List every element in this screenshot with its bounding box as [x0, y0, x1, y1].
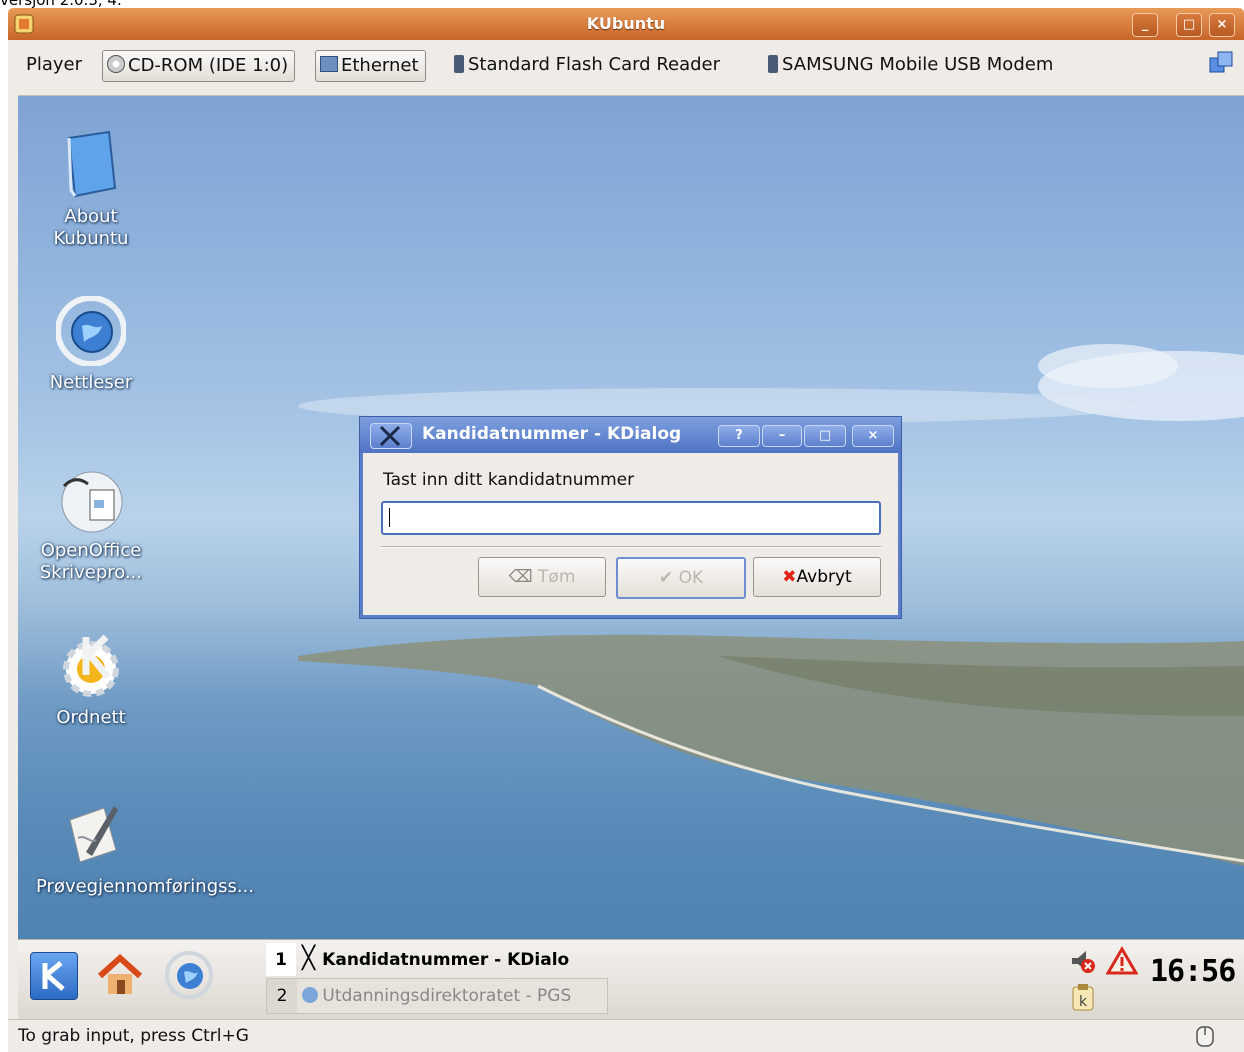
usb-icon — [768, 55, 778, 73]
systray-klipper-icon[interactable]: k — [1070, 982, 1096, 1016]
desktop-icon-openoffice[interactable]: OpenOffice Skrivepro... — [31, 464, 151, 584]
device-toolbar: Player CD-ROM (IDE 1:0) Ethernet Standar… — [8, 40, 1244, 96]
taskbar-task-kdialog[interactable]: 1 ╳ Kandidatnummer - KDialo — [266, 942, 606, 976]
kdialog-help-button[interactable]: ? — [718, 425, 760, 447]
kdialog-window: Kandidatnummer - KDialog ? – □ × Tast in… — [359, 416, 902, 619]
device-cdrom[interactable]: CD-ROM (IDE 1:0) — [102, 50, 296, 82]
systray-warning-icon[interactable] — [1105, 946, 1139, 980]
network-icon — [320, 56, 338, 72]
window-titlebar[interactable]: KUbuntu _ □ × — [8, 8, 1244, 40]
kdialog-minimize-button[interactable]: – — [762, 425, 802, 447]
home-folder-button[interactable] — [96, 952, 144, 1002]
kde-logo-icon — [42, 961, 65, 991]
svg-text:k: k — [1079, 994, 1088, 1010]
kde-gear-icon — [63, 634, 119, 697]
taskbar-task-utdanningsdirektoratet[interactable]: 2 Utdanningsdirektoratet - PGS — [266, 978, 608, 1014]
desktop-icon-provegjennomforing[interactable]: Prøvegjennomføringss... — [31, 800, 255, 898]
close-button[interactable]: × — [1209, 13, 1235, 37]
home-icon — [97, 953, 143, 994]
task-label: Utdanningsdirektoratet - PGS — [322, 986, 572, 1006]
x-app-icon: ╳ — [301, 946, 323, 971]
desktop-icon-label: Nettleser — [49, 372, 133, 393]
kdialog-title: Kandidatnummer - KDialog — [422, 424, 682, 444]
usb-icon — [454, 55, 464, 73]
clear-icon: ⌫ — [508, 567, 539, 587]
kdialog-separator — [381, 546, 881, 548]
desktop-icon-label: About Kubuntu — [53, 206, 129, 249]
desktop-icon-nettleser[interactable]: Nettleser — [31, 296, 151, 394]
panel-clock[interactable]: 16:56 — [1150, 954, 1236, 989]
device-flash-reader[interactable]: Standard Flash Card Reader — [454, 50, 720, 80]
task-number: 1 — [266, 943, 296, 976]
kdialog-close-button[interactable]: × — [852, 425, 894, 447]
device-ethernet-label: Ethernet — [341, 55, 419, 76]
device-usb-modem[interactable]: SAMSUNG Mobile USB Modem — [768, 50, 1053, 80]
konqueror-globe-icon — [165, 951, 213, 999]
book-icon — [67, 130, 117, 198]
device-cdrom-label: CD-ROM (IDE 1:0) — [128, 55, 289, 76]
ok-button[interactable]: ✔ OK — [616, 557, 746, 599]
window-left-border — [8, 40, 18, 1019]
checkmark-icon: ✔ — [658, 568, 679, 588]
cancel-button-label: Avbryt — [796, 567, 852, 587]
kdialog-titlebar[interactable]: Kandidatnummer - KDialog ? – □ × — [360, 417, 901, 453]
task-number: 2 — [267, 979, 297, 1013]
network-status-icon[interactable] — [1208, 50, 1234, 80]
kdialog-maximize-button[interactable]: □ — [804, 425, 846, 447]
desktop-icon-label: OpenOffice Skrivepro... — [39, 540, 143, 583]
minimize-button[interactable]: _ — [1132, 13, 1158, 37]
device-ethernet[interactable]: Ethernet — [315, 50, 426, 82]
x-logo-icon — [370, 423, 412, 449]
clear-button[interactable]: ⌫ Tøm — [478, 557, 606, 597]
desktop-icon-label: Prøvegjennomføringss... — [36, 876, 255, 897]
desktop-icon-about-kubuntu[interactable]: About Kubuntu — [31, 130, 151, 250]
kdialog-prompt: Tast inn ditt kandidatnummer — [383, 470, 635, 490]
kandidatnummer-input[interactable] — [381, 501, 881, 535]
kmenu-button[interactable] — [30, 952, 78, 1000]
mouse-grab-icon[interactable] — [1194, 1024, 1216, 1052]
text-caret — [389, 508, 390, 527]
device-flash-reader-label: Standard Flash Card Reader — [468, 54, 721, 75]
cdrom-icon — [107, 55, 125, 73]
vm-statusbar: To grab input, press Ctrl+G — [8, 1019, 1244, 1052]
task-label: Kandidatnummer - KDialo — [322, 950, 570, 970]
grab-input-hint: To grab input, press Ctrl+G — [18, 1026, 249, 1046]
kdialog-body: Tast inn ditt kandidatnummer ⌫ Tøm ✔ OK … — [363, 453, 898, 615]
konqueror-globe-icon — [56, 296, 126, 366]
device-usb-modem-label: SAMSUNG Mobile USB Modem — [782, 54, 1054, 75]
maximize-button[interactable]: □ — [1176, 13, 1202, 37]
player-menu[interactable]: Player — [26, 50, 82, 80]
konqueror-launcher[interactable] — [164, 950, 214, 1004]
cancel-x-icon: ✖ — [782, 567, 797, 587]
browser-icon — [302, 987, 319, 1003]
window-title: KUbuntu — [586, 14, 666, 33]
ok-button-label: OK — [678, 568, 704, 588]
clear-button-label: Tøm — [538, 567, 576, 587]
cancel-button[interactable]: ✖Avbryt — [753, 557, 881, 597]
openoffice-writer-icon — [61, 471, 123, 533]
quill-pen-icon — [69, 806, 118, 863]
kde-panel: 1 ╳ Kandidatnummer - KDialo 2 Utdannings… — [18, 939, 1244, 1020]
desktop-icon-label: Ordnett — [56, 707, 126, 728]
player-label: Player — [26, 54, 83, 75]
desktop-icon-ordnett[interactable]: Ordnett — [31, 631, 151, 729]
systray-audio-muted-icon[interactable] — [1068, 946, 1098, 980]
